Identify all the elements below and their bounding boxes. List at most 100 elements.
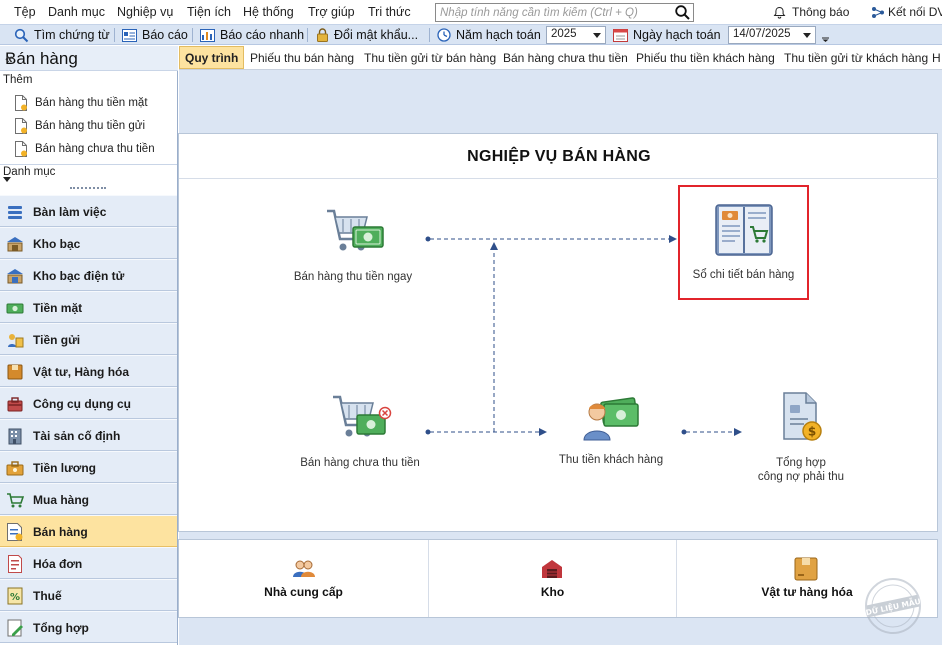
nav-item-salary[interactable]: Tiền lương: [0, 451, 177, 483]
menu-help[interactable]: Trợ giúp: [308, 5, 355, 19]
node-collect-payment[interactable]: Thu tiền khách hàng: [548, 394, 674, 467]
posting-date-picker[interactable]: 14/07/2025: [728, 26, 816, 44]
invoice-icon: [8, 555, 22, 573]
calendar-icon: [613, 29, 628, 42]
collapse-sidebar-icon[interactable]: «: [5, 50, 170, 66]
tab-process[interactable]: Quy trình: [179, 46, 245, 69]
sidebar-header: Bán hàng «: [0, 46, 178, 71]
change-password-button[interactable]: Đổi mật khẩu...: [316, 26, 418, 44]
nav-item-cash[interactable]: Tiền mặt: [0, 291, 177, 323]
sample-data-stamp: DỮ LIỆU MẪU: [865, 578, 921, 634]
find-voucher-button[interactable]: Tìm chứng từ: [14, 26, 110, 44]
bell-icon: [773, 6, 786, 19]
process-title: NGHIỆP VỤ BÁN HÀNG: [467, 148, 651, 165]
nav-item-e-treasury[interactable]: Kho bạc điện tử: [0, 259, 177, 291]
posting-date-label-group: Ngày hạch toán: [613, 26, 721, 44]
nav-item-deposit[interactable]: Tiền gửi: [0, 323, 177, 355]
fixed-asset-icon: [8, 428, 22, 445]
sales-icon: [7, 523, 23, 541]
document-icon: [15, 118, 27, 134]
notifications-button[interactable]: Thông báo: [773, 5, 849, 19]
ledger-book-icon: [714, 204, 773, 256]
toolbar-divider: [307, 28, 308, 42]
menu-file[interactable]: Tệp: [14, 5, 36, 19]
overflow-chevron-icon: [822, 37, 829, 42]
catalog-warehouse[interactable]: Kho: [429, 540, 676, 617]
node-caption-line-1: Tổng hợp: [776, 457, 826, 469]
nav-item-tax[interactable]: % Thuế: [0, 579, 177, 611]
e-treasury-icon: [7, 269, 23, 284]
nav-item-tools[interactable]: Công cụ dụng cụ: [0, 387, 177, 419]
menu-category[interactable]: Danh mục: [48, 5, 105, 19]
salary-icon: [6, 461, 24, 476]
menu-knowledge[interactable]: Tri thức: [368, 5, 411, 19]
connect-service-button[interactable]: Kết nối DV: [871, 5, 942, 19]
fiscal-year-select[interactable]: 2025: [546, 26, 606, 44]
node-sales-ledger[interactable]: Sổ chi tiết bán hàng: [680, 201, 807, 282]
report-button[interactable]: Báo cáo: [122, 26, 188, 44]
quick-link-cash-sale[interactable]: Bán hàng thu tiền mặt: [14, 94, 148, 112]
cash-icon: [6, 303, 24, 314]
catalog-label: Nhà cung cấp: [264, 585, 343, 599]
related-catalog-panel: Nhà cung cấp Kho Vật tư hàng hóa: [178, 539, 938, 618]
quick-report-label: Báo cáo nhanh: [220, 28, 305, 42]
fiscal-year-value: 2025: [551, 28, 577, 40]
sidebar: Bán hàng « Thêm Bán hàng thu tiền mặt Bá…: [0, 46, 178, 645]
nav-item-invoice[interactable]: Hóa đơn: [0, 547, 177, 579]
sidebar-splitter-handle[interactable]: [70, 187, 106, 190]
node-caption: Sổ chi tiết bán hàng: [692, 269, 795, 281]
search-input[interactable]: [436, 4, 666, 21]
catalog-supplier[interactable]: Nhà cung cấp: [179, 540, 428, 617]
tab-customer-receipt[interactable]: Phiếu thu tiền khách hàng: [636, 46, 775, 69]
node-caption: Bán hàng chưa thu tiền: [300, 457, 420, 469]
toolbar-divider: [192, 28, 193, 42]
add-section-label: Thêm: [3, 74, 33, 86]
quick-link-deposit-sale[interactable]: Bán hàng thu tiền gửi: [14, 117, 145, 135]
node-credit-sale[interactable]: Bán hàng chưa thu tiền: [294, 391, 426, 470]
tab-deposit-from-customer[interactable]: Thu tiền gửi từ khách hàng: [784, 46, 928, 69]
shopping-cart-money-icon: [327, 209, 384, 251]
notifications-label: Thông báo: [792, 5, 850, 19]
nav-label: Hóa đơn: [33, 557, 83, 571]
tools-icon: [7, 397, 23, 412]
nav-item-goods[interactable]: Vật tư, Hàng hóa: [0, 355, 177, 387]
menu-system[interactable]: Hệ thống: [243, 5, 294, 19]
nav-item-desk[interactable]: Bàn làm việc: [0, 195, 177, 227]
quick-link-label: Bán hàng thu tiền mặt: [35, 97, 148, 109]
tab-sales-receipt[interactable]: Phiếu thu bán hàng: [250, 46, 354, 69]
nav-item-fixed-asset[interactable]: Tài sản cố định: [0, 419, 177, 451]
search-icon[interactable]: [674, 5, 691, 20]
quick-report-icon: [200, 28, 215, 42]
toolbar-overflow-button[interactable]: [821, 30, 830, 42]
divider: [179, 178, 939, 179]
menu-utilities[interactable]: Tiện ích: [187, 5, 231, 19]
node-caption: Bán hàng thu tiền ngay: [293, 271, 413, 283]
node-cash-sale[interactable]: Bán hàng thu tiền ngay: [288, 205, 418, 284]
document-icon: [15, 141, 27, 157]
tab-deposit-from-sales[interactable]: Thu tiền gửi từ bán hàng: [364, 46, 496, 69]
nav-item-purchase[interactable]: Mua hàng: [0, 483, 177, 515]
quick-link-credit-sale[interactable]: Bán hàng chưa thu tiền: [14, 140, 155, 158]
category-dropdown[interactable]: Danh mục: [0, 164, 177, 186]
nav-item-treasury[interactable]: Kho bạc: [0, 227, 177, 259]
supplier-icon: [293, 560, 315, 577]
quick-report-button[interactable]: Báo cáo nhanh: [200, 26, 304, 44]
desk-icon: [8, 206, 22, 219]
nav-item-sales[interactable]: Bán hàng: [0, 515, 177, 547]
tab-credit-sales[interactable]: Bán hàng chưa thu tiền: [503, 46, 628, 69]
shopping-cart-unpaid-icon: [333, 395, 392, 437]
tax-icon: %: [7, 587, 23, 605]
node-receivable-summary[interactable]: $ Tổng hợp công nợ phải thu: [745, 391, 857, 484]
nav-label: Tiền mặt: [33, 301, 83, 315]
tab-overflow[interactable]: H: [932, 46, 941, 69]
goods-icon: [7, 364, 23, 380]
chevron-down-icon: [593, 33, 601, 38]
nav-item-summary[interactable]: Tổng hợp: [0, 611, 177, 643]
fiscal-year-label-group: Năm hạch toán: [437, 26, 541, 44]
tab-bar: Quy trình Phiếu thu bán hàng Thu tiền gử…: [179, 46, 942, 70]
posting-date-label: Ngày hạch toán: [633, 28, 721, 42]
menu-operations[interactable]: Nghiệp vụ: [117, 5, 173, 19]
network-icon: [872, 7, 884, 18]
receivable-report-icon: $: [783, 392, 822, 441]
nav-label: Tổng hợp: [33, 621, 89, 635]
